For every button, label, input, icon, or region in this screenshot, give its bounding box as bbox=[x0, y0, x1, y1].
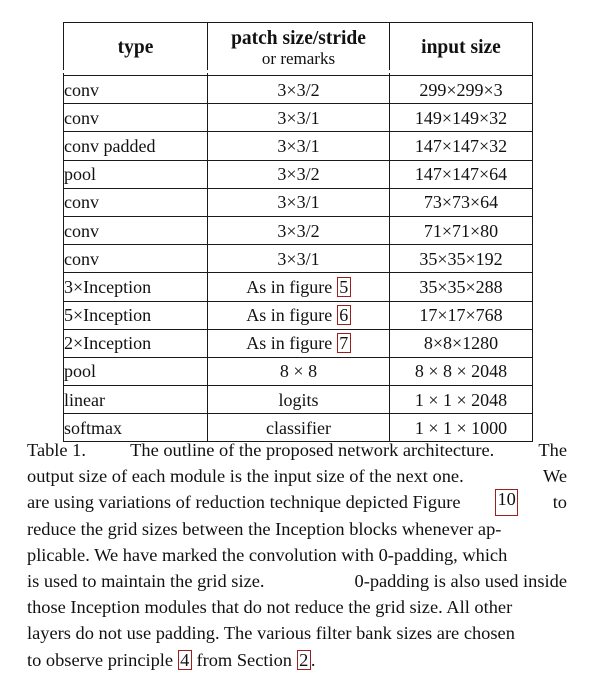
table-row: conv padded 3×3/1 147×147×32 bbox=[63, 131, 533, 161]
caption-line-6-tail: 0-padding is also used inside bbox=[354, 571, 568, 592]
caption-line-2-text: output size of each module is the input … bbox=[27, 466, 464, 487]
cell-layer-type: conv bbox=[63, 216, 208, 246]
cell-layer-type: linear bbox=[63, 385, 208, 415]
cell-input-size: 8×8×1280 bbox=[389, 329, 533, 358]
cell-input-size: 73×73×64 bbox=[389, 188, 533, 217]
cell-patch-size-text: As in figure bbox=[246, 276, 337, 297]
caption-line-3-text: are using variations of reduction techni… bbox=[27, 492, 461, 513]
column-header-type-label: type bbox=[117, 37, 154, 59]
figure-reference-6[interactable]: 6 bbox=[336, 305, 351, 326]
cell-input-size: 8 × 8 × 2048 bbox=[389, 357, 533, 387]
table-row: 5×Inception As in figure 6 17×17×768 bbox=[63, 301, 533, 330]
cell-patch-size-text: As in figure bbox=[246, 305, 337, 326]
caption-line-6: is used to maintain the grid size. 0-pad… bbox=[27, 568, 567, 594]
cell-patch-size: As in figure 5 bbox=[207, 272, 390, 302]
table-row: conv 3×3/1 35×35×192 bbox=[63, 244, 533, 274]
cell-layer-type: conv bbox=[63, 188, 208, 217]
table-row: conv 3×3/2 71×71×80 bbox=[63, 216, 533, 246]
cell-patch-size: 3×3/2 bbox=[207, 74, 390, 105]
caption-line-6-text: is used to maintain the grid size. bbox=[27, 571, 265, 592]
table-row: conv 3×3/1 149×149×32 bbox=[63, 103, 533, 133]
cell-patch-size: 3×3/2 bbox=[207, 216, 390, 246]
caption-line-5: plicable. We have marked the convolution… bbox=[27, 544, 508, 565]
table-caption: Table 1. The outline of the proposed net… bbox=[27, 437, 567, 673]
column-header-patch-size-sublabel: or remarks bbox=[261, 48, 336, 68]
table-body: conv 3×3/2 299×299×3 conv 3×3/1 149×149×32 con… bbox=[63, 74, 533, 443]
cell-patch-size: 3×3/1 bbox=[207, 244, 390, 274]
figure-reference-10[interactable]: 10 bbox=[494, 489, 519, 516]
caption-line-9-text: to observe principle bbox=[27, 649, 174, 670]
cell-layer-type: 5×Inception bbox=[63, 301, 208, 330]
cell-input-size: 1 × 1 × 2048 bbox=[389, 385, 533, 415]
column-header-patch-size: patch size/stride or remarks bbox=[207, 22, 390, 76]
caption-line-9: to observe principle 4 from Section 2. bbox=[27, 647, 567, 673]
section-reference-2[interactable]: 2 bbox=[296, 649, 311, 671]
table-row: pool 8 × 88 × 8 × 2048 bbox=[63, 357, 533, 387]
cell-patch-size-text: As in figure bbox=[246, 333, 337, 354]
cell-layer-type: pool bbox=[63, 357, 208, 387]
caption-line-3-tail: to bbox=[552, 492, 567, 513]
caption-line-8: layers do not use padding. The various f… bbox=[27, 623, 515, 644]
cell-layer-type: conv bbox=[63, 103, 208, 133]
column-header-input-size: input size bbox=[389, 22, 533, 76]
cell-input-size: 17×17×768 bbox=[389, 301, 533, 330]
caption-line-4: reduce the grid sizes between the Incept… bbox=[27, 518, 502, 539]
cell-input-size: 35×35×288 bbox=[389, 272, 533, 302]
caption-line-1-text: The outline of the proposed network arch… bbox=[130, 440, 495, 460]
column-header-type: type bbox=[63, 22, 208, 76]
cell-layer-type: pool bbox=[63, 160, 208, 189]
cell-input-size: 35×35×192 bbox=[389, 244, 533, 274]
column-header-patch-size-label: patch size/stride bbox=[231, 28, 366, 50]
caption-line-1: Table 1. The outline of the proposed net… bbox=[27, 437, 567, 463]
cell-layer-type: conv bbox=[63, 74, 208, 105]
cell-layer-type: conv bbox=[63, 244, 208, 274]
column-header-input-size-label: input size bbox=[421, 37, 501, 59]
caption-line-9-period: . bbox=[310, 649, 316, 670]
cell-layer-type: 2×Inception bbox=[63, 329, 208, 358]
cell-patch-size: logits bbox=[207, 385, 390, 415]
cell-input-size: 299×299×3 bbox=[389, 74, 533, 105]
caption-line-7: those Inception modules that do not redu… bbox=[27, 597, 513, 618]
table-row: 3×Inception As in figure 5 35×35×288 bbox=[63, 272, 533, 302]
cell-input-size: 149×149×32 bbox=[389, 103, 533, 133]
cell-patch-size: As in figure 7 bbox=[207, 329, 390, 358]
cell-patch-size: 3×3/1 bbox=[207, 103, 390, 133]
cell-patch-size: 3×3/2 bbox=[207, 160, 390, 189]
table-row: conv 3×3/2 299×299×3 bbox=[63, 74, 533, 105]
cell-input-size: 147×147×64 bbox=[389, 160, 533, 189]
figure-reference-7[interactable]: 7 bbox=[336, 333, 351, 354]
principle-reference-4[interactable]: 4 bbox=[177, 649, 192, 671]
caption-line-3: are using variations of reduction techni… bbox=[27, 489, 567, 516]
caption-line-2-tail: We bbox=[542, 466, 567, 487]
table-row: 2×Inception As in figure 7 8×8×1280 bbox=[63, 329, 533, 358]
cell-input-size: 147×147×32 bbox=[389, 131, 533, 161]
figure-reference-5[interactable]: 5 bbox=[336, 276, 351, 297]
table-header-row: type patch size/stride or remarks input … bbox=[63, 22, 533, 76]
cell-patch-size: 3×3/1 bbox=[207, 188, 390, 217]
cell-patch-size: As in figure 6 bbox=[207, 301, 390, 330]
caption-line-9-mid: from Section bbox=[196, 649, 292, 670]
table-header: type patch size/stride or remarks input … bbox=[63, 22, 533, 76]
caption-line-2: output size of each module is the input … bbox=[27, 463, 567, 489]
cell-input-size: 71×71×80 bbox=[389, 216, 533, 246]
cell-layer-type: 3×Inception bbox=[63, 272, 208, 302]
cell-patch-size: 8 × 8 bbox=[207, 357, 390, 387]
architecture-table: type patch size/stride or remarks input … bbox=[63, 22, 533, 443]
architecture-table-container: type patch size/stride or remarks input … bbox=[63, 22, 533, 443]
cell-layer-type: conv padded bbox=[63, 131, 208, 161]
caption-label-table-number: Table 1. bbox=[27, 440, 86, 460]
table-row: linear logits 1 × 1 × 2048 bbox=[63, 385, 533, 415]
table-row: conv 3×3/1 73×73×64 bbox=[63, 188, 533, 217]
caption-line-1-tail: The bbox=[538, 440, 567, 460]
cell-patch-size: 3×3/1 bbox=[207, 131, 390, 161]
table-row: pool 3×3/2 147×147×64 bbox=[63, 160, 533, 189]
